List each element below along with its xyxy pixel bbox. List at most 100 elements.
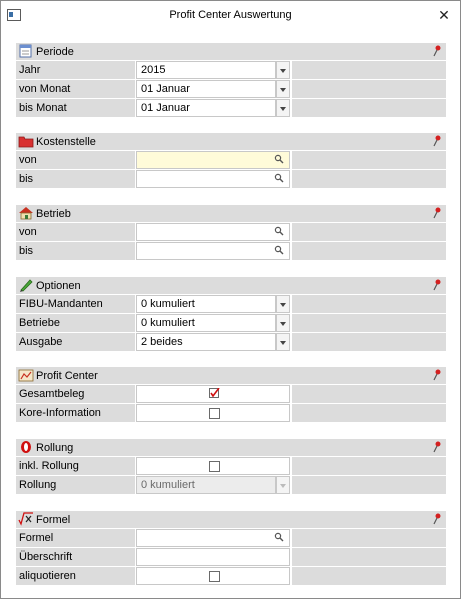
formula-icon bbox=[18, 512, 33, 526]
section-kostenstelle: Kostenstelle von bis bbox=[16, 133, 446, 188]
close-button[interactable]: ✕ bbox=[434, 6, 454, 24]
gesamtbeleg-checkbox[interactable] bbox=[209, 388, 220, 399]
chevron-down-icon[interactable] bbox=[276, 314, 290, 332]
row-formel: Formel bbox=[16, 528, 446, 547]
rollung-icon bbox=[21, 441, 31, 453]
row-jahr: Jahr 2015 bbox=[16, 60, 446, 79]
row-label: von bbox=[16, 151, 135, 169]
search-icon[interactable] bbox=[274, 173, 284, 183]
row-von-monat: von Monat 01 Januar bbox=[16, 79, 446, 98]
section-header-periode: Periode bbox=[16, 43, 446, 60]
chevron-down-icon[interactable] bbox=[276, 61, 290, 79]
chevron-down-icon[interactable] bbox=[276, 80, 290, 98]
pencil-icon bbox=[20, 279, 33, 292]
title-bar: Profit Center Auswertung ✕ bbox=[1, 1, 460, 31]
aliquotieren-checkbox[interactable] bbox=[209, 571, 220, 582]
kore-information-checkbox[interactable] bbox=[209, 408, 220, 419]
section-header-profit-center: Profit Center bbox=[16, 367, 446, 384]
row-label: Jahr bbox=[16, 61, 135, 79]
section-title: Profit Center bbox=[36, 370, 98, 382]
section-header-formel: Formel bbox=[16, 511, 446, 528]
row-von: von bbox=[16, 222, 446, 241]
pin-icon[interactable] bbox=[432, 369, 442, 381]
row-bis-monat: bis Monat 01 Januar bbox=[16, 98, 446, 117]
row-betriebe: Betriebe 0 kumuliert bbox=[16, 313, 446, 332]
row-label: Kore-Information bbox=[16, 404, 135, 422]
row-rollung: Rollung 0 kumuliert bbox=[16, 475, 446, 494]
row-label: Formel bbox=[16, 529, 135, 547]
row-label: von Monat bbox=[16, 80, 135, 98]
row-ausgabe: Ausgabe 2 beides bbox=[16, 332, 446, 351]
row-label: von bbox=[16, 223, 135, 241]
row-ueberschrift: Überschrift bbox=[16, 547, 446, 566]
section-optionen: Optionen FIBU-Mandanten 0 kumuliert Betr… bbox=[16, 277, 446, 351]
pin-icon[interactable] bbox=[432, 513, 442, 525]
row-gesamtbeleg: Gesamtbeleg bbox=[16, 384, 446, 403]
section-header-optionen: Optionen bbox=[16, 277, 446, 294]
row-kore-information: Kore-Information bbox=[16, 403, 446, 422]
search-icon[interactable] bbox=[274, 226, 284, 236]
row-fibu-mandanten: FIBU-Mandanten 0 kumuliert bbox=[16, 294, 446, 313]
chevron-down-icon[interactable] bbox=[276, 333, 290, 351]
section-betrieb: Betrieb von bis bbox=[16, 205, 446, 260]
chevron-down-icon[interactable] bbox=[276, 295, 290, 313]
row-label: Überschrift bbox=[16, 548, 135, 566]
section-title: Formel bbox=[36, 514, 71, 526]
betriebe-select[interactable]: 0 kumuliert bbox=[136, 314, 276, 332]
row-inkl-rollung: inkl. Rollung bbox=[16, 456, 446, 475]
row-label: inkl. Rollung bbox=[16, 457, 135, 475]
section-title: Rollung bbox=[36, 442, 74, 454]
row-bis: bis bbox=[16, 169, 446, 188]
betrieb-von-input[interactable] bbox=[136, 223, 290, 241]
chart-icon bbox=[18, 369, 34, 382]
section-rollung: Rollung inkl. Rollung Rollung 0 kumulier… bbox=[16, 439, 446, 494]
search-icon[interactable] bbox=[274, 532, 284, 542]
row-aliquotieren: aliquotieren bbox=[16, 566, 446, 585]
section-header-kostenstelle: Kostenstelle bbox=[16, 133, 446, 150]
report-dialog: Profit Center Auswertung ✕ Periode Jahr bbox=[0, 0, 461, 599]
row-label: bis Monat bbox=[16, 99, 135, 117]
row-label: aliquotieren bbox=[16, 567, 135, 585]
section-title: Periode bbox=[36, 46, 74, 58]
row-von: von bbox=[16, 150, 446, 169]
section-title: Kostenstelle bbox=[36, 136, 96, 148]
section-header-betrieb: Betrieb bbox=[16, 205, 446, 222]
jahr-select[interactable]: 2015 bbox=[136, 61, 276, 79]
search-icon[interactable] bbox=[274, 154, 284, 164]
section-formel: Formel Formel Überschrift aliquotieren bbox=[16, 511, 446, 585]
row-label: Betriebe bbox=[16, 314, 135, 332]
row-label: Rollung bbox=[16, 476, 135, 494]
window-title: Profit Center Auswertung bbox=[169, 9, 292, 21]
bis-monat-select[interactable]: 01 Januar bbox=[136, 99, 276, 117]
section-title: Optionen bbox=[36, 280, 81, 292]
pin-icon[interactable] bbox=[432, 135, 442, 147]
pin-icon[interactable] bbox=[432, 207, 442, 219]
rollung-select[interactable]: 0 kumuliert bbox=[136, 476, 276, 494]
row-label: bis bbox=[16, 242, 135, 260]
house-icon bbox=[19, 207, 33, 220]
kostenstelle-bis-input[interactable] bbox=[136, 170, 290, 188]
row-label: Ausgabe bbox=[16, 333, 135, 351]
section-profit-center: Profit Center Gesamtbeleg Kore-Informati… bbox=[16, 367, 446, 422]
folder-icon bbox=[18, 136, 34, 148]
kostenstelle-von-input[interactable] bbox=[136, 151, 290, 169]
pin-icon[interactable] bbox=[432, 279, 442, 291]
ausgabe-select[interactable]: 2 beides bbox=[136, 333, 276, 351]
row-label: bis bbox=[16, 170, 135, 188]
section-title: Betrieb bbox=[36, 208, 71, 220]
betrieb-bis-input[interactable] bbox=[136, 242, 290, 260]
inkl-rollung-checkbox[interactable] bbox=[209, 461, 220, 472]
row-label: FIBU-Mandanten bbox=[16, 295, 135, 313]
von-monat-select[interactable]: 01 Januar bbox=[136, 80, 276, 98]
formel-input[interactable] bbox=[136, 529, 290, 547]
chevron-down-icon[interactable] bbox=[276, 476, 290, 494]
pin-icon[interactable] bbox=[432, 441, 442, 453]
fibu-mandanten-select[interactable]: 0 kumuliert bbox=[136, 295, 276, 313]
section-periode: Periode Jahr 2015 von Monat 01 Januar bi… bbox=[16, 43, 446, 117]
pin-icon[interactable] bbox=[432, 45, 442, 57]
chevron-down-icon[interactable] bbox=[276, 99, 290, 117]
search-icon[interactable] bbox=[274, 245, 284, 255]
section-header-rollung: Rollung bbox=[16, 439, 446, 456]
ueberschrift-input[interactable] bbox=[136, 548, 290, 566]
row-bis: bis bbox=[16, 241, 446, 260]
